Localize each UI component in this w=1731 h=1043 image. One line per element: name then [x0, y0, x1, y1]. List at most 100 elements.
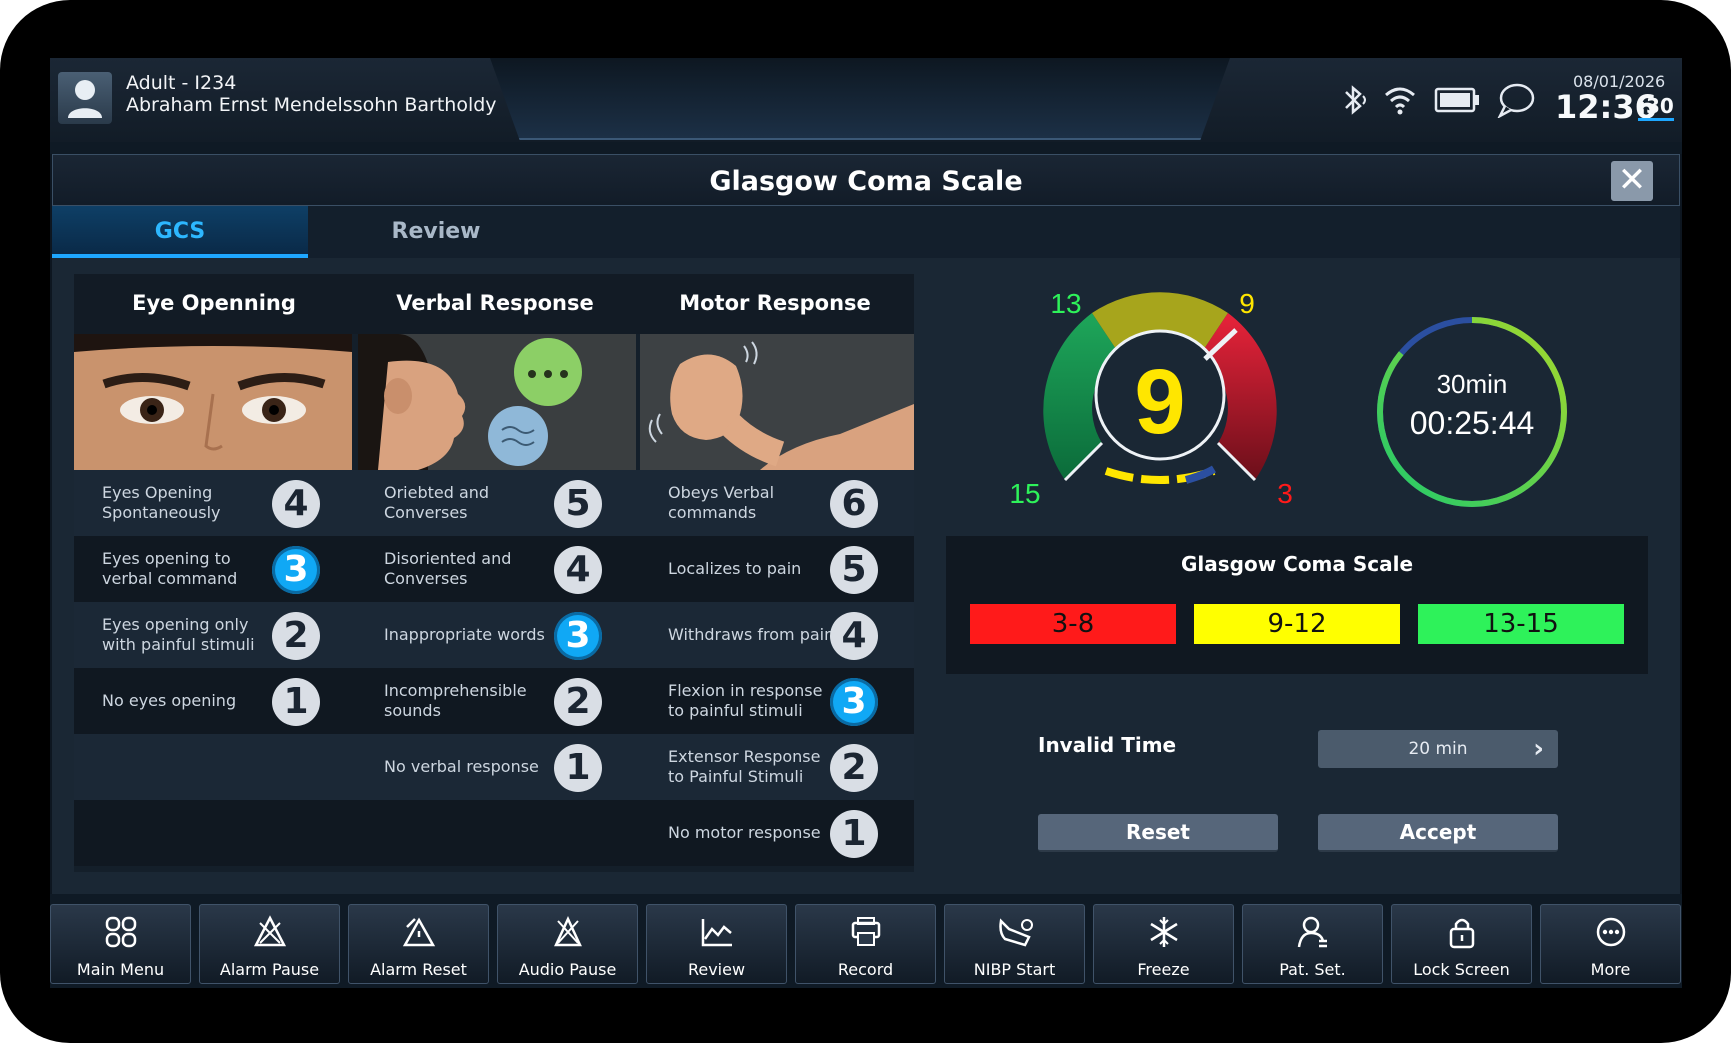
option-label: Extensor Response to Painful Stimuli	[668, 747, 821, 786]
battery-icon[interactable]	[1434, 82, 1480, 118]
record-icon	[796, 915, 935, 953]
main-menu-icon	[51, 915, 190, 953]
motor-option-1[interactable]: No motor response 1	[640, 800, 914, 866]
status-seconds: :30	[1638, 94, 1674, 121]
patient-name: Abraham Ernst Mendelssohn Bartholdy	[126, 94, 497, 116]
eye-option-4[interactable]: Eyes Opening Spontaneously 4	[74, 470, 354, 536]
fkey-main-menu[interactable]: Main Menu	[50, 904, 191, 984]
fkey-pat-set[interactable]: Pat. Set.	[1242, 904, 1383, 984]
fkey-alarm-pause[interactable]: Alarm Pause	[199, 904, 340, 984]
chevron-right-icon: ›	[1533, 734, 1544, 764]
verbal-column-heading: Verbal Response	[354, 274, 636, 334]
score-badge-selected: 3	[830, 678, 878, 726]
freeze-icon	[1094, 915, 1233, 953]
option-label: Obeys Verbal commands	[668, 483, 775, 522]
score-badge: 1	[272, 678, 320, 726]
range-legend-title: Glasgow Coma Scale	[1180, 552, 1414, 576]
fkey-freeze[interactable]: Freeze	[1093, 904, 1234, 984]
gauge-label-3: 3	[1277, 478, 1293, 509]
score-badge: 1	[830, 810, 878, 858]
alarm-pause-icon	[200, 915, 339, 953]
option-label: Localizes to pain	[668, 559, 802, 578]
fkey-label: Freeze	[1137, 960, 1190, 979]
score-badge: 4	[554, 546, 602, 594]
fkey-lock-screen[interactable]: Lock Screen	[1391, 904, 1532, 984]
patient-setup-icon	[1243, 915, 1382, 953]
gauge-label-13: 13	[1050, 288, 1081, 319]
verbal-option-2[interactable]: Incomprehensible sounds 2	[356, 668, 636, 734]
fist-illustration	[640, 334, 914, 470]
fkey-label: Alarm Reset	[370, 960, 467, 979]
top-center-panel	[490, 58, 1230, 140]
eye-option-2[interactable]: Eyes opening only with painful stimuli 2	[74, 602, 354, 668]
fkey-review[interactable]: Review	[646, 904, 787, 984]
motor-option-2[interactable]: Extensor Response to Painful Stimuli 2	[640, 734, 914, 800]
invalid-time-select[interactable]: 20 min ›	[1318, 730, 1558, 768]
fkey-label: Alarm Pause	[219, 960, 320, 979]
fkey-label: Pat. Set.	[1279, 960, 1346, 979]
invalid-time-label: Invalid Time	[1038, 733, 1177, 757]
wifi-icon[interactable]	[1382, 82, 1418, 118]
fkey-label: Record	[837, 960, 894, 979]
score-badge: 2	[272, 612, 320, 660]
audio-pause-icon	[498, 915, 637, 953]
alarm-reset-icon	[349, 915, 488, 953]
fkey-label: Main Menu	[76, 960, 165, 979]
nibp-start-icon	[945, 915, 1084, 953]
eye-option-3[interactable]: Eyes opening to verbal command 3	[74, 536, 354, 602]
fkey-label: Lock Screen	[1413, 960, 1510, 979]
fkey-more[interactable]: More	[1540, 904, 1681, 984]
gauge-value: 9	[1134, 351, 1185, 453]
review-icon	[647, 915, 786, 953]
fkey-nibp-start[interactable]: NIBP Start	[944, 904, 1085, 984]
patient-avatar-icon[interactable]	[58, 72, 112, 124]
fkey-record[interactable]: Record	[795, 904, 936, 984]
gauge-label-15: 15	[1009, 478, 1040, 509]
fkey-label: Review	[687, 960, 746, 979]
verbal-option-5[interactable]: Oriebted and Converses 5	[356, 470, 636, 536]
eye-option-1[interactable]: No eyes opening 1	[74, 668, 354, 734]
score-badge-selected: 3	[554, 612, 602, 660]
verbal-option-4[interactable]: Disoriented and Converses 4	[356, 536, 636, 602]
motor-option-5[interactable]: Localizes to pain 5	[640, 536, 914, 602]
fkey-audio-pause[interactable]: Audio Pause	[497, 904, 638, 984]
fkey-alarm-reset[interactable]: Alarm Reset	[348, 904, 489, 984]
verbal-option-3[interactable]: Inappropriate words 3	[356, 602, 636, 668]
option-label: Oriebted and Converses	[384, 483, 490, 522]
speaking-illustration	[358, 334, 636, 470]
gauge-label-9: 9	[1239, 288, 1255, 319]
option-label: Flexion in response to painful stimuli	[668, 681, 823, 720]
score-badge: 2	[554, 678, 602, 726]
score-badge: 1	[554, 744, 602, 792]
fkey-label: Audio Pause	[518, 960, 617, 979]
timer-interval: 30min	[1437, 369, 1508, 399]
function-key-bar: Main Menu Alarm Pause Alarm Reset Audio Pau…	[50, 902, 1682, 986]
verbal-option-1[interactable]: No verbal response 1	[356, 734, 636, 800]
motor-option-4[interactable]: Withdraws from pain 4	[640, 602, 914, 668]
motor-option-6[interactable]: Obeys Verbal commands 6	[640, 470, 914, 536]
more-icon	[1541, 915, 1680, 953]
invalid-time-value: 20 min	[1408, 739, 1468, 759]
gcs-range-legend: Glasgow Coma Scale 3-8 9-12 13-15	[946, 536, 1648, 674]
dialog-titlebar: Glasgow Coma Scale ✕	[52, 154, 1680, 206]
motor-option-3[interactable]: Flexion in response to painful stimuli 3	[640, 668, 914, 734]
score-badge: 4	[830, 612, 878, 660]
top-status-bar: Adult - I234 Abraham Ernst Mendelssohn B…	[50, 58, 1682, 142]
lock-icon	[1392, 915, 1531, 953]
option-label: No eyes opening	[102, 691, 237, 710]
reset-button[interactable]: Reset	[1038, 814, 1278, 852]
assessment-timer: 30min 00:25:44	[1377, 317, 1567, 507]
tab-gcs[interactable]: GCS	[52, 206, 308, 258]
tab-review[interactable]: Review	[308, 206, 564, 258]
accept-button[interactable]: Accept	[1318, 814, 1558, 852]
option-label: Eyes opening to verbal command	[102, 549, 238, 588]
option-label: No verbal response	[384, 757, 539, 776]
option-label: Inappropriate words	[384, 625, 545, 644]
bluetooth-icon[interactable]	[1340, 82, 1370, 118]
option-label: Withdraws from pain	[668, 625, 835, 644]
option-label: Disoriented and Converses	[384, 549, 512, 588]
close-button[interactable]: ✕	[1611, 161, 1653, 201]
message-icon[interactable]	[1496, 82, 1536, 118]
gcs-option-grid: Eye Openning Verbal Response Motor Respo…	[74, 274, 914, 872]
option-label: Incomprehensible sounds	[384, 681, 527, 720]
